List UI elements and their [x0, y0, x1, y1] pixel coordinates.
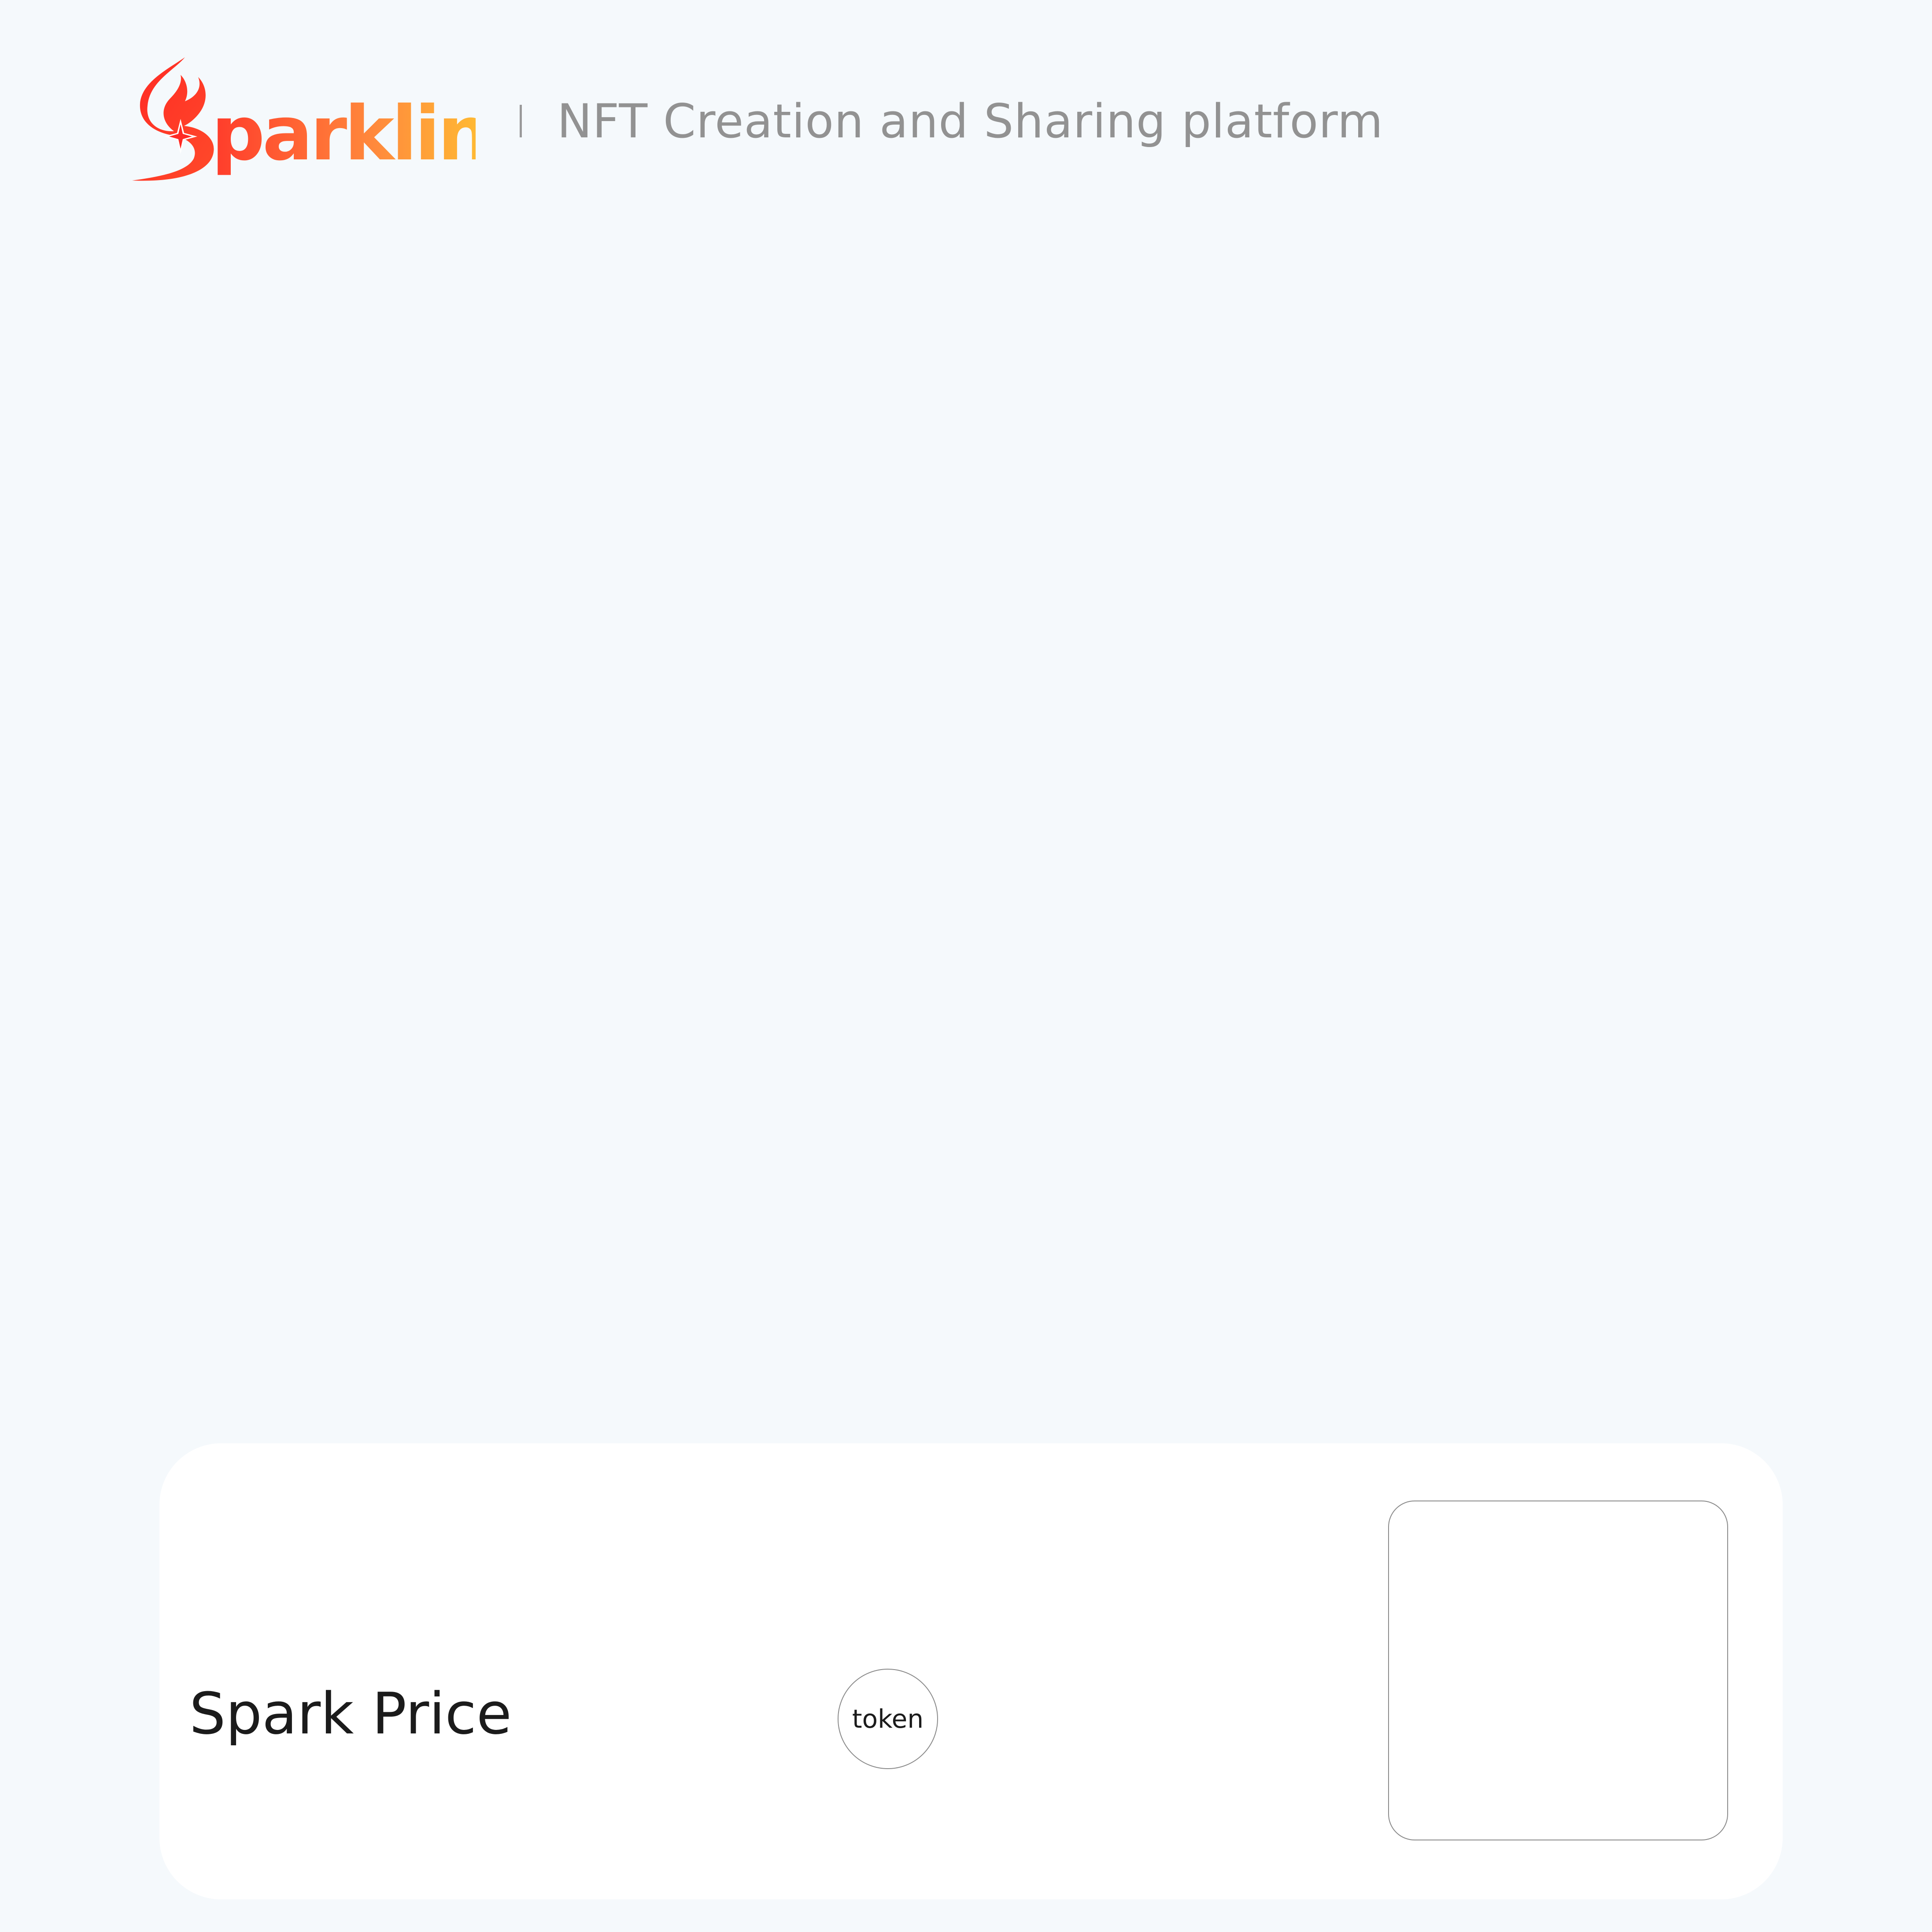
spark-price-card: Spark Price token [159, 1443, 1783, 1899]
token-badge[interactable]: token [838, 1669, 938, 1769]
token-label: token [852, 1704, 924, 1734]
spark-price-label: Spark Price [189, 1680, 512, 1747]
header-divider [520, 105, 522, 137]
header-tagline: NFT Creation and Sharing platform [557, 94, 1384, 148]
header: parklink NFT Creation and Sharing platfo… [132, 57, 1383, 185]
nft-image-placeholder[interactable] [1388, 1501, 1728, 1840]
sparklink-logo[interactable]: parklink [132, 57, 476, 185]
sparklink-wordmark: parklink [211, 93, 476, 177]
svg-text:parklink: parklink [211, 93, 476, 177]
